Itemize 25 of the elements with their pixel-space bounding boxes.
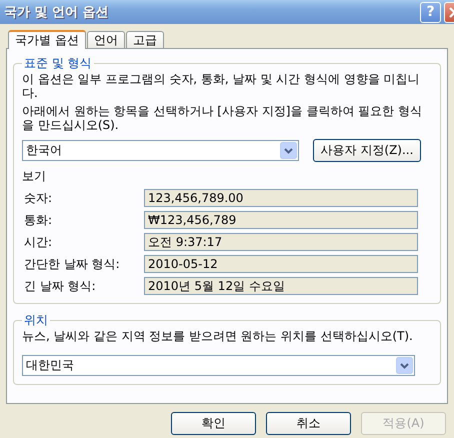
- sample-value: 123,456,789.00: [144, 189, 418, 207]
- dialog-button[interactable]: 확인: [171, 412, 256, 435]
- instruction-text: 아래에서 원하는 항목을 선택하거나 [사용자 지정]을 클릭하여 필요한 형식을 만드십시오(S).: [22, 104, 423, 132]
- sample-value: 오전 9:37:17: [144, 233, 418, 251]
- dialog-button[interactable]: 취소: [266, 412, 351, 435]
- preview-label: 보기: [22, 168, 47, 185]
- sample-label: 간단한 날짜 형식:: [24, 256, 121, 272]
- tab[interactable]: 고급: [126, 31, 164, 48]
- description-text: 이 옵션은 일부 프로그램의 숫자, 통화, 날짜 및 시간 형식에 영향을 미칩니다.: [22, 72, 421, 100]
- sample-label: 통화:: [24, 212, 54, 228]
- description-text: 뉴스, 날씨와 같은 지역 정보를 받으려면 원하는 위치를 선택하십시오(T).: [22, 329, 414, 343]
- sample-value: 2010년 5월 12일 수요일: [144, 277, 418, 295]
- window-title: 국가 및 언어 옵션: [4, 4, 110, 21]
- group-title: 위치: [23, 312, 49, 329]
- customize-button[interactable]: 사용자 지정(Z)...: [313, 139, 421, 162]
- sample-label: 시간:: [24, 234, 54, 250]
- tab[interactable]: 국가별 옵션: [8, 30, 86, 49]
- sample-value: 2010-05-12: [144, 255, 418, 273]
- location-select[interactable]: 대한민국: [22, 355, 415, 376]
- format-select[interactable]: 한국어: [22, 140, 299, 161]
- tab[interactable]: 언어: [86, 31, 125, 48]
- sample-value: ₩123,456,789: [144, 211, 418, 229]
- group-title: 표준 및 형식: [23, 55, 93, 72]
- sample-label: 긴 날짜 형식:: [24, 278, 97, 294]
- sample-label: 숫자:: [24, 190, 54, 206]
